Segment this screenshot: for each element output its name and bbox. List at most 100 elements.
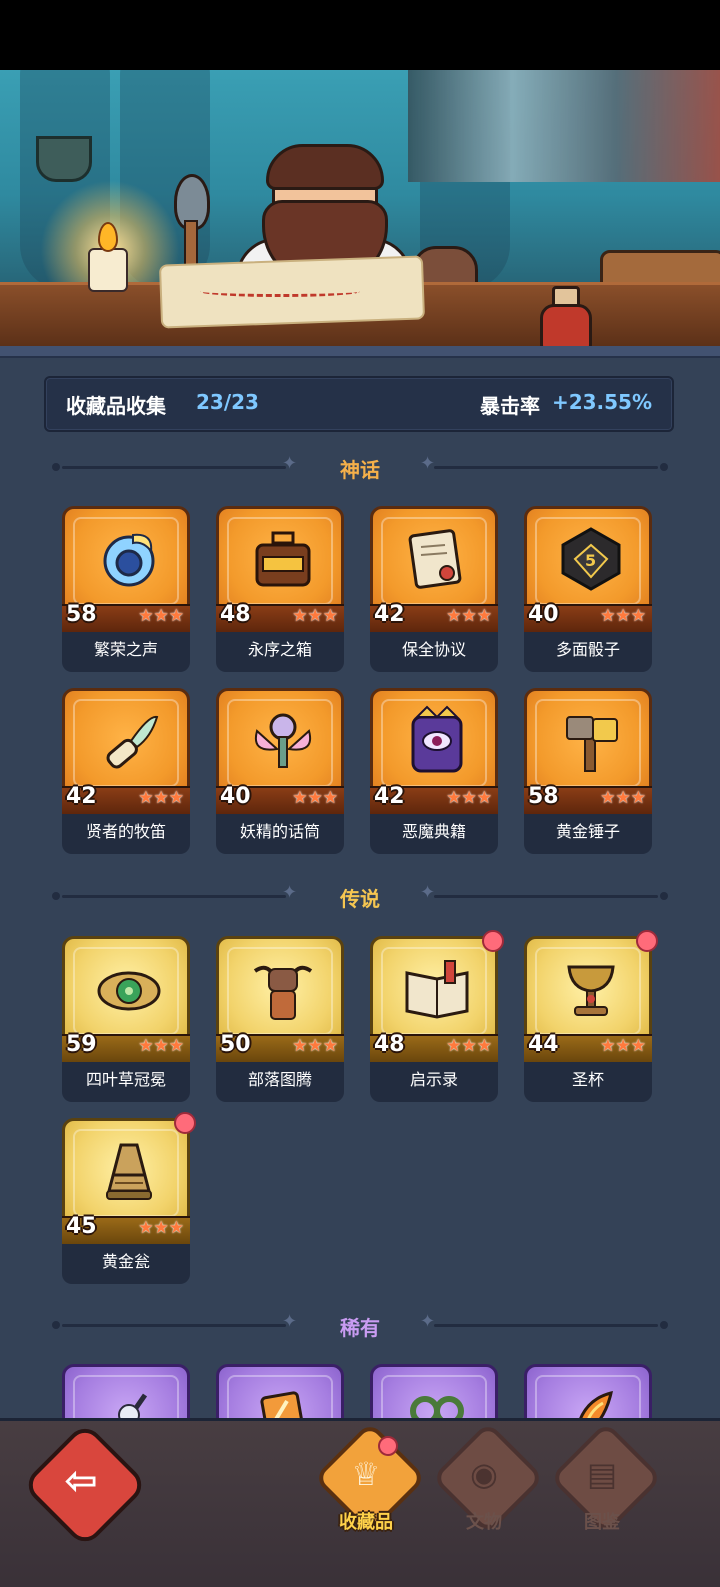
tab-relics[interactable]: ◉ 文物 (431, 1421, 545, 1542)
contract-scroll-icon (408, 529, 462, 589)
hanging-lamp-icon (36, 136, 92, 182)
clover-crown-icon (97, 971, 161, 1011)
section-title-rare: 稀有 (340, 1316, 380, 1340)
collectible-card[interactable]: 5 40 ★★★ 多面骰子 (524, 506, 652, 672)
card-level: 45 (66, 1214, 97, 1239)
collection-summary: 收藏品收集 23/23 暴击率 +23.55% (44, 376, 674, 432)
card-name: 部落图腾 (247, 1070, 312, 1089)
tab-collection[interactable]: ♕ 收藏品 (313, 1421, 427, 1542)
potion-icon (540, 304, 592, 346)
star-rating: ★★★ (138, 788, 184, 808)
star-rating: ★★★ (138, 606, 184, 626)
revelation-book-icon (405, 960, 469, 1019)
star-rating: ★★★ (138, 1036, 184, 1056)
pixelated-overlay (408, 70, 720, 182)
card-level: 42 (374, 602, 405, 627)
card-name: 恶魔典籍 (401, 822, 466, 841)
svg-text:5: 5 (585, 551, 596, 570)
tab-codex[interactable]: ▤ 图鉴 (549, 1421, 663, 1542)
star-rating: ★★★ (292, 1036, 338, 1056)
card-level: 58 (528, 784, 559, 809)
star-rating: ★★★ (292, 606, 338, 626)
tab-relics-label: 文物 (466, 1512, 502, 1533)
panel-edge (0, 346, 720, 358)
notification-dot (636, 930, 658, 952)
eye-icon: ◉ (470, 1455, 498, 1493)
notification-dot (174, 1112, 196, 1134)
crit-rate-value: +23.55% (551, 390, 652, 414)
star-rating: ★★★ (446, 1036, 492, 1056)
card-level: 48 (220, 602, 251, 627)
tab-codex-label: 图鉴 (584, 1512, 620, 1533)
spirit-orb-icon (103, 533, 155, 587)
card-level: 58 (66, 602, 97, 627)
card-name: 四叶草冠冕 (85, 1070, 166, 1089)
collectible-card[interactable]: 48 ★★★ 启示录 (370, 930, 504, 1102)
collectible-card[interactable]: 50 ★★★ 部落图腾 (216, 936, 344, 1102)
demon-book-icon (411, 705, 463, 773)
card-name: 繁荣之声 (93, 640, 158, 659)
star-rating: ★★★ (446, 788, 492, 808)
map-path (200, 286, 360, 297)
hero-banner (0, 70, 720, 346)
card-level: 44 (528, 1032, 559, 1057)
flame-icon (98, 222, 118, 252)
collectible-card[interactable]: 58 ★★★ 繁荣之声 (62, 506, 190, 672)
card-name: 圣杯 (571, 1070, 604, 1089)
section-title-legend: 传说 (340, 887, 380, 911)
card-name: 妖精的话筒 (239, 822, 320, 841)
section-divider-legend: ✦ ✦ 传说 (52, 884, 668, 911)
book-icon: ▤ (586, 1455, 618, 1493)
card-name: 启示录 (409, 1070, 458, 1089)
card-level: 42 (374, 784, 405, 809)
holy-grail-icon (567, 965, 615, 1016)
star-rating: ★★★ (138, 1218, 184, 1238)
crit-rate-label: 暴击率 (480, 394, 540, 418)
star-rating: ★★★ (292, 788, 338, 808)
collectible-card[interactable]: 45 ★★★ 黄金瓮 (62, 1112, 196, 1284)
star-rating: ★★★ (600, 788, 646, 808)
star-rating: ★★★ (446, 606, 492, 626)
status-bar (0, 0, 720, 70)
collection-label: 收藏品收集 (66, 394, 166, 418)
golden-urn-icon (106, 1143, 152, 1200)
dwarf-hair (266, 144, 384, 190)
tribal-totem-icon (253, 965, 313, 1020)
card-name: 多面骰子 (555, 640, 620, 659)
card-level: 50 (220, 1032, 251, 1057)
tab-collection-label: 收藏品 (339, 1512, 393, 1533)
dice-icon: 5 (561, 527, 621, 591)
flute-icon (106, 715, 159, 769)
notification-dot (482, 930, 504, 952)
lyre-icon: ♕ (351, 1455, 381, 1493)
card-level: 59 (66, 1032, 97, 1057)
card-name: 黄金瓮 (101, 1252, 150, 1271)
collectible-card[interactable]: 58 ★★★ 黄金锤子 (524, 688, 652, 854)
notification-dot (378, 1436, 398, 1456)
back-arrow-icon[interactable]: ⇦ (40, 1440, 122, 1522)
star-rating: ★★★ (600, 606, 646, 626)
card-name: 永序之箱 (247, 640, 312, 659)
card-name: 保全协议 (401, 640, 466, 659)
section-title-myth: 神话 (340, 458, 380, 482)
section-divider-myth: ✦ ✦ 神话 (52, 455, 668, 482)
collectible-card[interactable]: 44 ★★★ 圣杯 (524, 930, 658, 1102)
collectible-card[interactable]: 42 ★★★ 保全协议 (370, 506, 498, 672)
golden-hammer-icon (566, 716, 618, 772)
card-name: 贤者的牧笛 (85, 822, 166, 841)
collectible-card[interactable]: 59 ★★★ 四叶草冠冕 (62, 936, 190, 1102)
card-level: 40 (220, 784, 251, 809)
collection-count: 23/23 (196, 390, 259, 414)
collectible-card[interactable]: 40 ★★★ 妖精的话筒 (216, 688, 344, 854)
fairy-microphone-icon (255, 713, 311, 768)
card-level: 42 (66, 784, 97, 809)
section-divider-rare: ✦ ✦ 稀有 (52, 1313, 668, 1340)
card-name: 黄金锤子 (555, 822, 620, 841)
card-level: 40 (528, 602, 559, 627)
gold-chest-icon (255, 531, 311, 587)
collectible-card[interactable]: 42 ★★★ 恶魔典籍 (370, 688, 498, 854)
collectible-card[interactable]: 48 ★★★ 永序之箱 (216, 506, 344, 672)
collectible-card[interactable]: 42 ★★★ 贤者的牧笛 (62, 688, 190, 854)
star-rating: ★★★ (600, 1036, 646, 1056)
candle-icon (88, 248, 128, 292)
